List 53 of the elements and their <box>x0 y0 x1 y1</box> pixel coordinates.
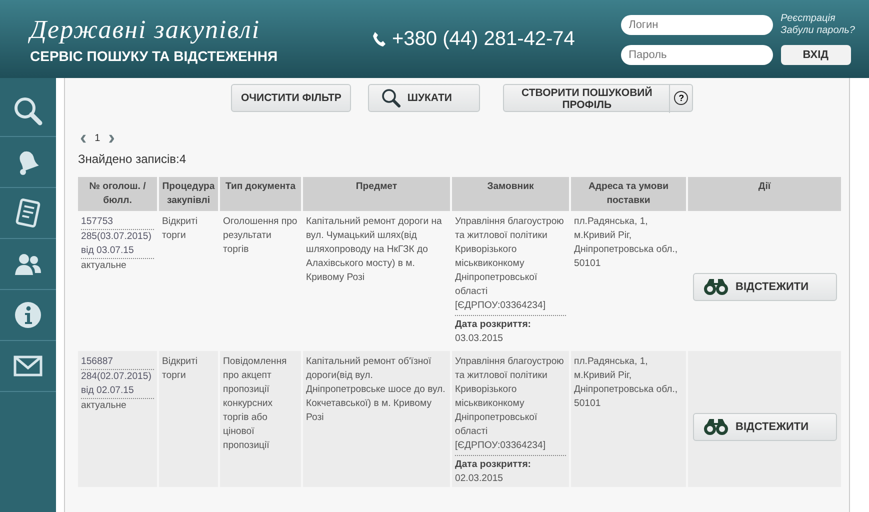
opening-date: 03.03.2015 <box>455 332 504 346</box>
search-button[interactable]: ШУКАТИ <box>368 84 480 112</box>
opening-date-label: Дата розкриття: <box>455 458 532 472</box>
search-icon <box>381 88 402 108</box>
procedure-text: Відкриті торги <box>162 215 199 243</box>
document-type-text: Повідомлення про акцепт пропозиції конкурсних торгів або цінової пропозиції <box>223 355 288 453</box>
bulletin-link[interactable]: 284(02.07.2015) від 02.07.15 <box>81 370 154 399</box>
binoculars-icon <box>704 418 728 434</box>
notice-number-link[interactable]: 157753 <box>81 215 154 230</box>
bulletin-link[interactable]: 285(03.07.2015) від 03.07.15 <box>81 230 154 259</box>
document-type-text: Оголошення про результати торгів <box>223 215 298 257</box>
site-subtitle: СЕРВІС ПОШУКУ ТА ВІДСТЕЖЕННЯ <box>30 48 279 64</box>
column-header: Предмет <box>302 177 451 211</box>
info-icon <box>13 300 43 330</box>
customer-text: Управління благоустрою та житлової політики Криворізького міськвиконкому Дніпропетровської області [ЄДРПОУ:03364234] <box>455 355 566 456</box>
register-link[interactable]: Реєстрація <box>780 13 855 25</box>
column-header: № оголош. / бюлл. <box>78 177 158 211</box>
mail-icon <box>13 354 43 378</box>
records-found-count: Знайдено записів:4 <box>78 152 187 166</box>
column-header: Адреса та умови поставки <box>570 177 687 211</box>
notice-number-link[interactable]: 156887 <box>81 355 154 370</box>
create-profile-button[interactable]: СТВОРИТИ ПОШУКОВИЙ ПРОФІЛЬ <box>504 85 670 113</box>
column-header: Дії <box>687 177 842 211</box>
column-header: Замовник <box>451 177 570 211</box>
search-icon <box>13 96 43 126</box>
address-text: пл.Радянська, 1, м.Кривий Ріг, Дніпропетровська обл., 50101 <box>574 355 679 411</box>
status-text: актуальне <box>81 259 128 273</box>
opening-date-label: Дата розкриття: <box>455 318 532 332</box>
clear-filter-button[interactable]: ОЧИСТИТИ ФІЛЬТР <box>231 84 352 112</box>
phone-icon <box>372 31 386 47</box>
login-button[interactable]: ВХІД <box>780 45 851 65</box>
column-header: Процедура закупівлі <box>158 177 219 211</box>
address-text: пл.Радянська, 1, м.Кривий Ріг, Дніпропетровська обл., 50101 <box>574 215 679 271</box>
procedure-text: Відкриті торги <box>162 355 199 383</box>
previous-page-button[interactable]: ‹ <box>78 131 89 145</box>
next-page-button[interactable]: › <box>106 131 117 145</box>
help-button[interactable]: ? <box>670 85 692 111</box>
subject-text: Капітальний ремонт об'їзної дороги(від вул. Дніпропетровське шосе до вул. Кокчетавської) в м. Кривому Розі <box>306 355 446 425</box>
document-icon <box>13 198 43 228</box>
status-text: актуальне <box>81 399 128 413</box>
customer-text: Управління благоустрою та житлової політики Криворізького міськвиконкому Дніпропетровської області [ЄДРПОУ:03364234] <box>455 215 566 316</box>
opening-date: 02.03.2015 <box>455 472 504 486</box>
binoculars-icon <box>704 278 728 294</box>
site-title: Державні закупівлі <box>30 14 262 46</box>
password-field[interactable]: Пароль <box>620 45 773 65</box>
subject-text: Капітальний ремонт дороги на вул. Чумацький шлях(від шляхопроводу на НкГЗК до Алахівського мосту) в м. Кривому Розі <box>306 215 443 285</box>
track-button[interactable]: ВІДСТЕЖИТИ <box>692 272 836 300</box>
page-button[interactable]: 1 <box>92 132 102 144</box>
login-field[interactable]: Логин <box>620 15 773 35</box>
column-header: Тип документа <box>219 177 302 211</box>
track-button[interactable]: ВІДСТЕЖИТИ <box>692 412 836 440</box>
phone-number: +380 (44) 281-42-74 <box>392 28 575 50</box>
forgot-password-link[interactable]: Забули пароль? <box>780 25 855 37</box>
